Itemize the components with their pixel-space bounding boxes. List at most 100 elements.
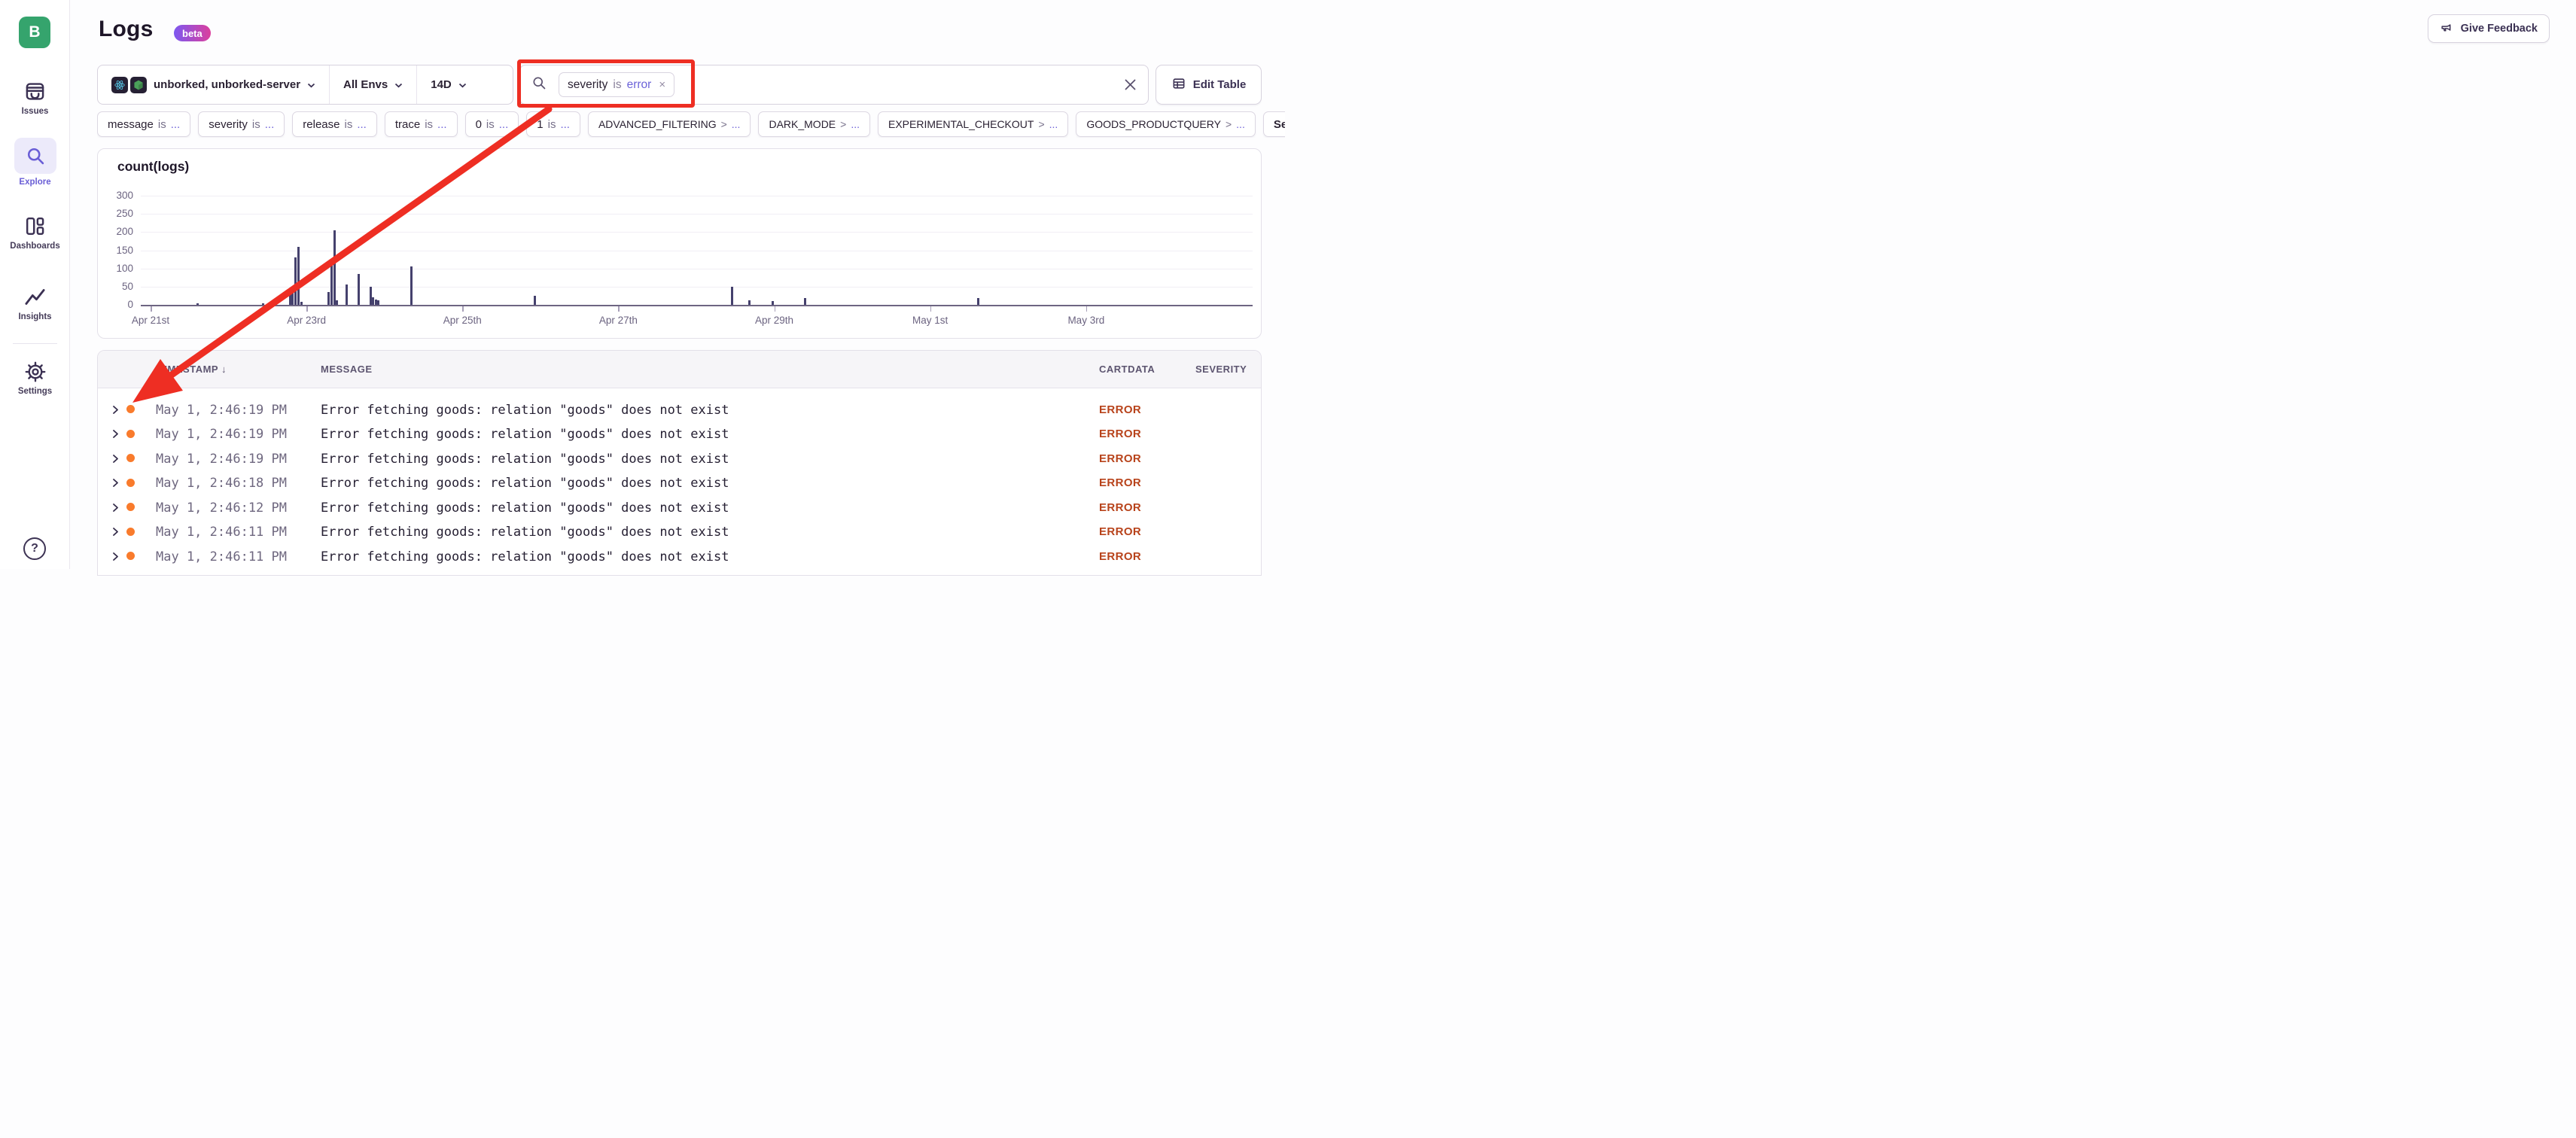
filter-suggestion-chip[interactable]: GOODS_PRODUCTQUERY>... [1076,111,1256,137]
y-axis-tick-label: 0 [103,299,133,310]
chart-bar [300,302,303,305]
filter-suggestion-chip[interactable]: 1is... [526,111,580,137]
expand-row-icon[interactable] [112,454,119,464]
search-filter-token[interactable]: severity is error × [559,72,674,97]
filter-suggestion-chip[interactable]: messageis... [97,111,190,137]
environment-selector[interactable]: All Envs [330,65,416,104]
token-remove-icon[interactable]: × [659,78,665,91]
cell-severity: ERROR [1099,452,1141,465]
column-header-cartdata[interactable]: CARTDATA [1099,364,1155,375]
org-avatar[interactable]: B [19,17,50,48]
edit-table-button[interactable]: Edit Table [1156,65,1262,105]
chart-bar [772,301,774,305]
sidebar-item-settings[interactable]: Settings [0,361,70,396]
filter-suggestion-chip[interactable]: EXPERIMENTAL_CHECKOUT>... [878,111,1068,137]
give-feedback-button[interactable]: Give Feedback [2428,14,2550,43]
token-key: severity [568,78,607,92]
expand-row-icon[interactable] [112,478,119,488]
expand-row-icon[interactable] [112,429,119,439]
page-filter-bar: unborked, unborked-server All Envs 14D [97,65,513,105]
cell-severity: ERROR [1099,574,1141,576]
sidebar-item-label: Issues [0,107,70,116]
gear-icon [0,361,70,383]
y-axis-tick-label: 250 [103,208,133,219]
x-axis-tick [151,306,152,312]
chart-bar [262,303,264,305]
log-row[interactable]: May 1, 2:46:18 PM Error fetching goods: … [98,470,1261,495]
project-selector[interactable]: unborked, unborked-server [98,65,329,104]
expand-row-icon[interactable] [112,552,119,561]
page-title: Logs [99,17,153,42]
clear-search-icon[interactable] [1124,78,1137,91]
cell-severity: ERROR [1099,525,1141,538]
cell-severity: ERROR [1099,428,1141,440]
chart-bar [977,298,979,305]
expand-row-icon[interactable] [112,503,119,513]
severity-dot [126,405,135,413]
chart-bar [534,296,536,305]
sidebar-item-dashboards[interactable]: Dashboards [0,215,70,251]
severity-dot [126,552,135,560]
column-header-timestamp[interactable]: TIMESTAMP ↓ [158,364,227,375]
filter-suggestion-chip[interactable]: traceis... [385,111,458,137]
cell-message: Error fetching goods: relation "goods" d… [321,403,729,418]
sidebar-item-insights[interactable]: Insights [0,285,70,321]
logs-count-chart[interactable]: 050100150200250300Apr 21stApr 23rdApr 25… [98,149,1261,338]
log-row[interactable]: May 1, 2:46:11 PM Error fetching goods: … [98,519,1261,544]
sidebar: B Issues Explore Dashboards [0,0,70,569]
sidebar-item-explore[interactable]: Explore [0,138,70,187]
log-row[interactable]: May 1, 2:46:12 PM Error fetching goods: … [98,495,1261,520]
token-operator: is [613,78,621,92]
log-row[interactable]: May 1, 2:46:19 PM Error fetching goods: … [98,397,1261,422]
filter-suggestion-chip[interactable]: releaseis... [292,111,377,137]
x-axis-tick-label: Apr 25th [421,315,504,326]
log-row[interactable]: May 1, 2:46:19 PM Error fetching goods: … [98,446,1261,471]
expand-row-icon[interactable] [112,527,119,537]
cell-message: Error fetching goods: relation "goods" d… [321,476,729,491]
cell-message: Error fetching goods: relation "goods" d… [321,525,729,540]
column-header-severity[interactable]: SEVERITY [1195,364,1247,375]
log-row[interactable]: May 1, 2:46:19 PM Error fetching goods: … [98,421,1261,446]
y-axis-tick-label: 150 [103,245,133,256]
date-range-selector[interactable]: 14D [417,65,480,104]
log-search-input[interactable]: severity is error × [519,65,1149,105]
cell-message: Error fetching goods: relation "goods" d… [321,501,729,516]
question-mark-icon: ? [31,542,38,555]
x-axis-tick-label: Apr 21st [109,315,192,326]
severity-dot [126,479,135,487]
active-nav-highlight [14,138,56,174]
token-value: error [627,78,652,92]
log-row[interactable]: May 1, 2:46:11 PM Error fetching goods: … [98,568,1261,576]
x-axis-tick-label: May 3rd [1045,315,1128,326]
beta-badge: beta [174,25,211,41]
chart-bar [748,300,751,305]
filter-suggestion-chip[interactable]: ADVANCED_FILTERING>... [588,111,751,137]
search-icon [25,145,46,166]
chevron-down-icon [394,78,403,91]
sidebar-item-label: Explore [0,178,70,187]
filter-suggestion-chip[interactable]: DARK_MODE>... [758,111,870,137]
log-row[interactable]: May 1, 2:46:11 PM Error fetching goods: … [98,544,1261,569]
filter-suggestion-chip[interactable]: 0is... [465,111,519,137]
x-axis-tick-label: Apr 29th [733,315,816,326]
sidebar-item-issues[interactable]: Issues [0,80,70,116]
chart-bar [336,300,338,305]
cell-timestamp: May 1, 2:46:19 PM [156,403,287,418]
see-full-list-chip[interactable]: See full list [1263,111,1285,137]
sort-descending-icon: ↓ [221,364,227,375]
table-header-row: TIMESTAMP ↓ MESSAGE CARTDATA SEVERITY [98,351,1261,388]
x-axis-tick-label: Apr 23rd [265,315,348,326]
cell-timestamp: May 1, 2:46:19 PM [156,452,287,467]
cell-message: Error fetching goods: relation "goods" d… [321,549,729,564]
help-button[interactable]: ? [23,537,46,560]
dashboards-icon [0,215,70,238]
column-header-message[interactable]: MESSAGE [321,364,373,375]
cell-timestamp: May 1, 2:46:12 PM [156,501,287,516]
x-axis-tick-label: May 1st [889,315,972,326]
x-axis-tick [930,306,932,312]
chart-bar [731,287,733,305]
expand-row-icon[interactable] [112,405,119,415]
filter-suggestion-chip[interactable]: severityis... [198,111,285,137]
cell-timestamp: May 1, 2:46:11 PM [156,574,287,576]
cell-timestamp: May 1, 2:46:11 PM [156,525,287,540]
